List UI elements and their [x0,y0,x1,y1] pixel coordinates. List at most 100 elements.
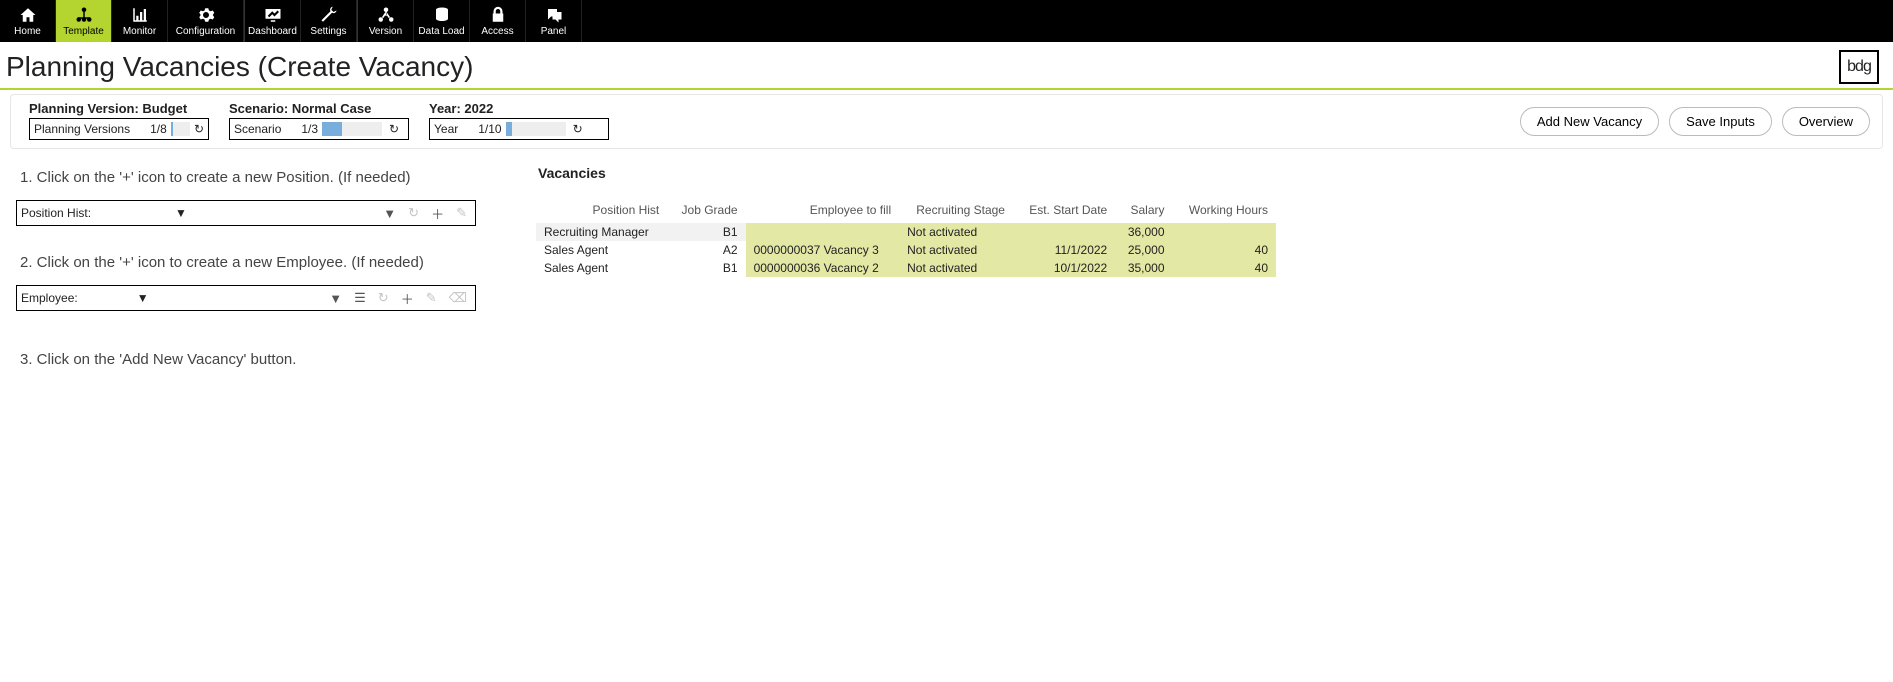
cell-position: Sales Agent [536,241,667,259]
th-salary: Salary [1115,199,1172,223]
table-header-row: Position Hist Job Grade Employee to fill… [536,199,1276,223]
panel-icon [545,6,563,24]
table-row[interactable]: Sales Agent A2 0000000037 Vacancy 3 Not … [536,241,1276,259]
nav-label: Access [481,26,513,37]
employee-selector[interactable]: Employee: ▼ ▼ ☰ ↻ ＋ ✎ ⌫ [16,285,476,311]
action-buttons: Add New Vacancy Save Inputs Overview [1520,101,1870,136]
filter-count: 1/10 [478,122,501,136]
nav-dataload[interactable]: Data Load [414,0,470,42]
cell-start[interactable] [1013,223,1115,241]
lock-icon [489,6,507,24]
cell-start[interactable]: 11/1/2022 [1013,241,1115,259]
cell-employee[interactable]: 0000000036 Vacancy 2 [746,259,900,277]
cell-hours[interactable]: 40 [1173,241,1276,259]
filter-scenario: Scenario: Normal Case Scenario 1/3 ↻ [229,101,409,140]
vacancies-table: Position Hist Job Grade Employee to fill… [536,199,1276,277]
filter-year-widget[interactable]: Year 1/10 ↻ [429,118,609,140]
nav-dashboard[interactable]: Dashboard [245,0,301,42]
cell-employee[interactable] [746,223,900,241]
instruction-1: 1. Click on the '+' icon to create a new… [20,169,476,186]
nav-label: Version [369,26,402,37]
position-tools: ▼ ↻ ＋ ✎ [383,204,475,223]
cell-hours[interactable] [1173,223,1276,241]
version-icon [377,6,395,24]
overview-button[interactable]: Overview [1782,107,1870,136]
right-column: Vacancies Position Hist Job Grade Employ… [536,161,1877,382]
nav-version[interactable]: Version [358,0,414,42]
filter-name: Planning Versions [34,122,130,136]
edit-icon[interactable]: ✎ [456,205,467,221]
cell-stage[interactable]: Not activated [899,223,1013,241]
page-title: Planning Vacancies (Create Vacancy) [6,51,473,83]
nav-label: Dashboard [248,26,297,37]
filter-name: Scenario [234,122,281,136]
nav-panel[interactable]: Panel [526,0,582,42]
cell-salary[interactable]: 36,000 [1115,223,1172,241]
filter-bar [322,122,382,136]
left-column: 1. Click on the '+' icon to create a new… [16,161,476,382]
position-selector[interactable]: Position Hist: ▼ ▼ ↻ ＋ ✎ [16,200,476,226]
title-underline [0,88,1893,90]
cell-position: Recruiting Manager [536,223,667,241]
employee-tools: ▼ ☰ ↻ ＋ ✎ ⌫ [329,289,475,308]
save-inputs-button[interactable]: Save Inputs [1669,107,1772,136]
employee-label: Employee: [21,291,78,305]
reload-icon[interactable]: ↻ [386,122,402,136]
nav-home[interactable]: Home [0,0,56,42]
dashboard-icon [264,6,282,24]
vacancies-title: Vacancies [538,165,1877,181]
edit-icon[interactable]: ✎ [426,290,437,306]
filter-scenario-label: Scenario: Normal Case [229,101,409,116]
filter-icon[interactable]: ☰ [354,290,366,306]
cell-stage[interactable]: Not activated [899,259,1013,277]
reload-icon[interactable]: ↻ [194,122,204,136]
filter-version-widget[interactable]: Planning Versions 1/8 ↻ [29,118,209,140]
plus-icon[interactable]: ＋ [401,289,414,308]
reload-icon[interactable]: ↻ [378,290,389,306]
chevron-down-icon[interactable]: ▼ [175,206,187,220]
cell-grade: B1 [667,259,745,277]
th-start: Est. Start Date [1013,199,1115,223]
th-employee: Employee to fill [746,199,900,223]
filter-strip: Planning Version: Budget Planning Versio… [10,94,1883,149]
chevron-down-icon[interactable]: ▼ [383,206,396,221]
th-position: Position Hist [536,199,667,223]
chart-icon [131,6,149,24]
nav-monitor[interactable]: Monitor [112,0,168,42]
th-grade: Job Grade [667,199,745,223]
org-icon [75,6,93,24]
cell-stage[interactable]: Not activated [899,241,1013,259]
body: 1. Click on the '+' icon to create a new… [0,155,1893,388]
chevron-down-icon[interactable]: ▼ [329,291,342,306]
nav-access[interactable]: Access [470,0,526,42]
wrench-icon [320,6,338,24]
cell-start[interactable]: 10/1/2022 [1013,259,1115,277]
filter-version: Planning Version: Budget Planning Versio… [29,101,209,140]
gear-icon [197,6,215,24]
nav-label: Template [63,26,104,37]
position-label: Position Hist: [21,206,91,220]
cell-employee[interactable]: 0000000037 Vacancy 3 [746,241,900,259]
filter-bar [506,122,566,136]
position-input[interactable]: Position Hist: ▼ [17,206,191,220]
cell-hours[interactable]: 40 [1173,259,1276,277]
clear-icon[interactable]: ⌫ [449,290,467,306]
reload-icon[interactable]: ↻ [408,205,419,221]
top-nav: Home Template Monitor Configuration Dash… [0,0,1893,42]
plus-icon[interactable]: ＋ [431,204,444,223]
add-new-vacancy-button[interactable]: Add New Vacancy [1520,107,1659,136]
filter-scenario-widget[interactable]: Scenario 1/3 ↻ [229,118,409,140]
chevron-down-icon[interactable]: ▼ [137,291,149,305]
employee-input[interactable]: Employee: ▼ [17,291,153,305]
nav-configuration[interactable]: Configuration [168,0,244,42]
nav-label: Configuration [176,26,235,37]
table-row[interactable]: Recruiting Manager B1 Not activated 36,0… [536,223,1276,241]
th-hours: Working Hours [1173,199,1276,223]
cell-salary[interactable]: 25,000 [1115,241,1172,259]
nav-settings[interactable]: Settings [301,0,357,42]
reload-icon[interactable]: ↻ [570,122,586,136]
table-row[interactable]: Sales Agent B1 0000000036 Vacancy 2 Not … [536,259,1276,277]
cell-salary[interactable]: 35,000 [1115,259,1172,277]
filter-bar [171,122,190,136]
nav-template[interactable]: Template [56,0,112,42]
